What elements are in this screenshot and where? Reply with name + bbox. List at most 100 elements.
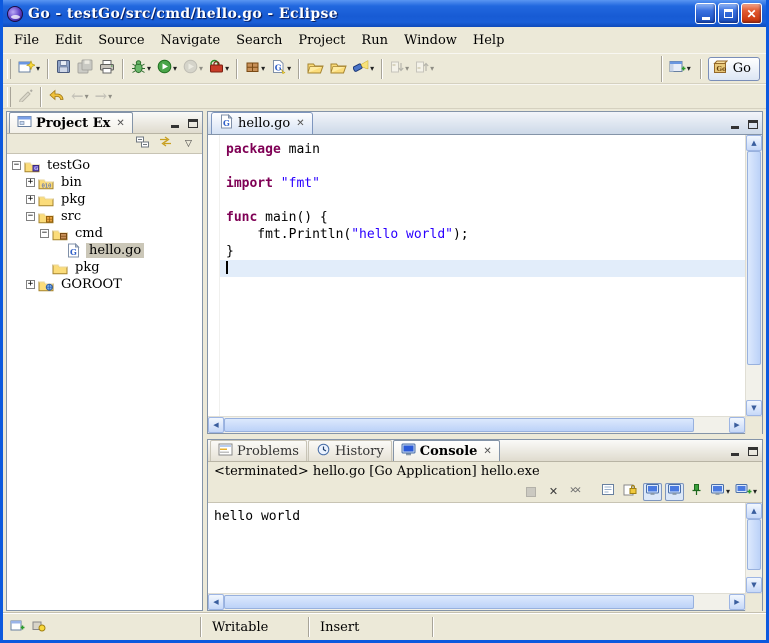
code-line[interactable] [220, 158, 745, 175]
annotation-ruler[interactable] [208, 135, 220, 416]
console-output[interactable]: hello world [208, 503, 745, 593]
tree-item-cmd[interactable]: −cmd [7, 225, 202, 242]
open-console-button[interactable]: ▾ [734, 483, 758, 501]
pin-console-button[interactable] [687, 483, 706, 501]
editor-hscrollbar[interactable]: ◀ ▶ [208, 417, 745, 433]
tree-item-pkg[interactable]: +pkg [7, 191, 202, 208]
statusbar-tool-icon-2[interactable] [31, 619, 46, 636]
remove-all-launches-button[interactable]: ✕✕ [566, 483, 585, 501]
scroll-right-button[interactable]: ▶ [729, 594, 745, 610]
tree-item-hello-go[interactable]: Ghello.go [7, 242, 202, 259]
last-edit-location-button[interactable] [16, 85, 35, 109]
dropdown-icon[interactable]: ▾ [261, 64, 265, 73]
dropdown-icon[interactable]: ▾ [726, 487, 730, 496]
display-console-button[interactable]: ▾ [709, 483, 731, 501]
console-vscrollbar[interactable]: ▲ ▼ [745, 503, 762, 593]
code-line[interactable]: package main [220, 141, 745, 158]
debug-button[interactable]: ▾ [129, 57, 153, 81]
close-view-icon[interactable]: ✕ [116, 118, 124, 129]
dropdown-icon[interactable]: ▾ [370, 64, 374, 73]
menu-search[interactable]: Search [228, 30, 290, 51]
dropdown-icon[interactable]: ▾ [147, 64, 151, 73]
console-vscroll-thumb[interactable] [747, 519, 761, 570]
remove-launch-button[interactable]: ✕ [544, 483, 563, 501]
tree-item-bin[interactable]: +010bin [7, 174, 202, 191]
expand-toggle-icon[interactable]: + [26, 195, 35, 204]
scroll-down-button[interactable]: ▼ [746, 400, 762, 416]
menu-project[interactable]: Project [290, 30, 353, 51]
close-tab-icon[interactable]: ✕ [483, 446, 491, 457]
scroll-left-button[interactable]: ◀ [208, 417, 224, 433]
dropdown-icon[interactable]: ▾ [287, 64, 291, 73]
close-button[interactable]: ✕ [741, 3, 762, 24]
dropdown-icon[interactable]: ▾ [199, 64, 203, 73]
tab-project-explorer[interactable]: Project Ex ✕ [9, 112, 133, 133]
show-stdout-console-button[interactable] [643, 483, 662, 501]
editor-vscrollbar[interactable]: ▲ ▼ [745, 135, 762, 416]
menu-navigate[interactable]: Navigate [153, 30, 229, 51]
expand-toggle-icon[interactable]: + [26, 280, 35, 289]
code-line[interactable] [220, 192, 745, 209]
scroll-lock-button[interactable] [621, 483, 640, 501]
scroll-right-button[interactable]: ▶ [729, 417, 745, 433]
menu-help[interactable]: Help [465, 30, 513, 51]
next-annotation-button[interactable]: ▾ [388, 57, 411, 81]
editor-hscroll-thumb[interactable] [224, 418, 694, 432]
open-resource-button[interactable] [328, 57, 349, 81]
tab-console[interactable]: Console✕ [393, 440, 500, 461]
collapse-all-button[interactable] [133, 135, 152, 152]
tab-hello-go[interactable]: G hello.go ✕ [211, 112, 313, 134]
editor-vscroll-thumb[interactable] [747, 151, 761, 365]
maximize-console-button[interactable] [744, 443, 761, 459]
forward-history-button[interactable]: →▾ [93, 85, 115, 109]
previous-annotation-button[interactable]: ▾ [413, 57, 436, 81]
code-line[interactable]: func main() { [220, 209, 745, 226]
dropdown-icon[interactable]: ▾ [173, 64, 177, 73]
view-menu-button[interactable]: ▽ [179, 135, 198, 152]
go-perspective-button[interactable]: Go Go [708, 57, 760, 81]
toolbar-grip[interactable] [7, 59, 11, 79]
save-all-button[interactable] [75, 57, 95, 81]
minimize-view-button[interactable] [166, 115, 183, 131]
minimize-console-button[interactable] [726, 443, 743, 459]
tree-item-pkg[interactable]: pkg [7, 259, 202, 276]
dropdown-icon[interactable]: ▾ [405, 64, 409, 73]
menu-file[interactable]: File [6, 30, 47, 51]
new-go-file-button[interactable]: G▾ [269, 57, 293, 81]
clear-console-button[interactable] [599, 483, 618, 501]
show-stderr-console-button[interactable] [665, 483, 684, 501]
dropdown-icon[interactable]: ▾ [36, 64, 40, 73]
new-go-package-button[interactable]: ▾ [243, 57, 267, 81]
code-line[interactable]: fmt.Println("hello world"); [220, 226, 745, 243]
dropdown-icon[interactable]: ▾ [430, 64, 434, 73]
dropdown-icon[interactable]: ▾ [753, 487, 757, 496]
maximize-view-button[interactable] [184, 115, 201, 131]
console-hscroll-thumb[interactable] [224, 595, 694, 609]
menu-edit[interactable]: Edit [47, 30, 90, 51]
toolbar-grip[interactable] [7, 87, 11, 107]
tab-history[interactable]: History [308, 440, 392, 461]
print-button[interactable] [97, 57, 117, 81]
scroll-left-button[interactable]: ◀ [208, 594, 224, 610]
minimize-editor-button[interactable] [726, 116, 743, 132]
code-line-current[interactable] [220, 260, 745, 277]
open-perspective-button[interactable]: ▾ [667, 57, 693, 81]
dropdown-icon[interactable]: ▾ [225, 64, 229, 73]
search-button[interactable]: ▾ [351, 57, 376, 81]
new-wizard-button[interactable]: ▾ [16, 57, 42, 81]
back-button[interactable] [47, 85, 67, 109]
collapse-toggle-icon[interactable]: − [26, 212, 35, 221]
tab-problems[interactable]: Problems [210, 440, 307, 461]
dropdown-icon[interactable]: ▾ [687, 64, 691, 73]
run-last-launched-button[interactable]: ▾ [181, 57, 205, 81]
maximize-editor-button[interactable] [744, 116, 761, 132]
collapse-toggle-icon[interactable]: − [40, 229, 49, 238]
menu-window[interactable]: Window [396, 30, 465, 51]
scroll-up-button[interactable]: ▲ [746, 503, 762, 519]
menu-source[interactable]: Source [90, 30, 152, 51]
expand-toggle-icon[interactable]: + [26, 178, 35, 187]
maximize-button[interactable] [718, 3, 739, 24]
tree-item-GOROOT[interactable]: +GOROOT [7, 276, 202, 293]
back-history-button[interactable]: ←▾ [69, 85, 91, 109]
dropdown-icon[interactable]: ▾ [85, 92, 89, 101]
